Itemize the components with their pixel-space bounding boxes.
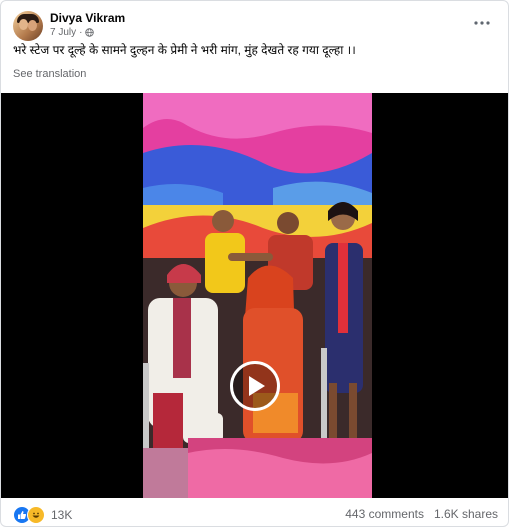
post-card: Divya Vikram 7 July · भरे स्टेज पर दूल्ह… — [0, 0, 509, 527]
video-player[interactable] — [1, 93, 508, 498]
haha-icon — [27, 506, 45, 524]
comments-count[interactable]: 443 comments — [345, 507, 424, 521]
background-woman-head — [277, 212, 299, 234]
background-man-head — [212, 210, 234, 232]
play-icon — [249, 376, 265, 396]
meta-separator: · — [79, 27, 83, 38]
post-header: Divya Vikram 7 July · — [13, 9, 496, 43]
reaction-summary[interactable]: 13K — [13, 506, 72, 524]
post-meta: 7 July · — [50, 27, 95, 38]
play-button[interactable] — [230, 361, 280, 411]
author-name[interactable]: Divya Vikram — [50, 11, 125, 25]
more-options-button[interactable] — [472, 13, 492, 33]
girl-dupatta — [338, 243, 348, 333]
video-frame — [143, 93, 372, 498]
background-man-shirt — [205, 233, 245, 293]
chair-left-frame — [143, 363, 149, 453]
avatar-face-right — [28, 20, 37, 31]
groom-stole — [173, 298, 191, 378]
more-dots-icon — [474, 21, 490, 25]
post-date[interactable]: 7 July — [50, 27, 76, 38]
see-translation-link[interactable]: See translation — [13, 68, 86, 80]
lover-arm — [228, 253, 273, 261]
reaction-count: 13K — [51, 508, 73, 522]
groom-lower — [153, 393, 183, 453]
girl-leg-left — [329, 383, 337, 443]
avatar-face-left — [19, 19, 28, 30]
post-text: भरे स्टेज पर दूल्हे के सामने दुल्हन के प… — [13, 43, 356, 57]
girl-leg-right — [349, 383, 357, 443]
post-footer: 13K 443 comments 1.6K shares — [1, 498, 508, 526]
chair-right-frame — [321, 348, 327, 443]
globe-icon — [85, 28, 95, 37]
shares-count[interactable]: 1.6K shares — [434, 507, 498, 521]
stage-floor-left — [143, 448, 188, 498]
author-avatar[interactable] — [13, 11, 43, 41]
engagement-stats: 443 comments 1.6K shares — [345, 507, 498, 521]
